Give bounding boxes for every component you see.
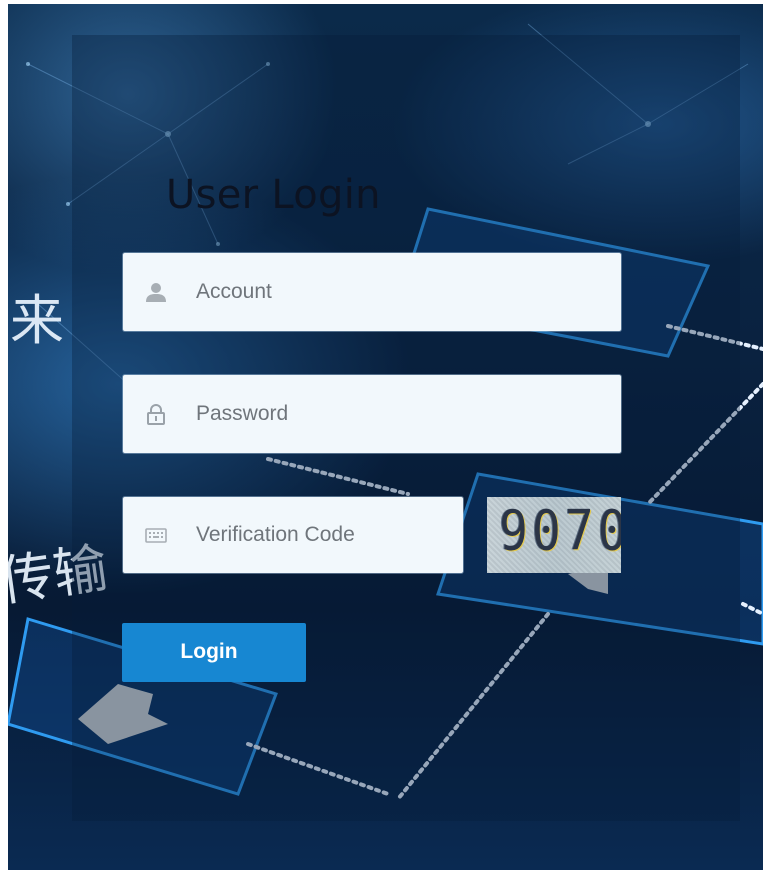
verification-code-placeholder: Verification Code	[196, 523, 355, 546]
keyboard-icon	[145, 528, 167, 543]
password-field[interactable]: Password	[123, 375, 621, 453]
background-character-1: 来	[10, 289, 64, 352]
login-button-label: Login	[180, 639, 238, 663]
captcha-text: 9070	[499, 498, 621, 564]
user-icon	[146, 283, 166, 302]
login-screen: 来 传输 User Login Account Password Verific…	[0, 0, 767, 876]
password-placeholder: Password	[196, 402, 289, 425]
verification-code-field[interactable]: Verification Code	[123, 497, 463, 573]
account-placeholder: Account	[196, 280, 272, 303]
login-button[interactable]: Login	[122, 623, 306, 682]
lock-icon	[147, 404, 165, 425]
page-title: User Login	[166, 172, 381, 218]
account-field[interactable]: Account	[123, 253, 621, 331]
captcha-image[interactable]: 9070	[487, 497, 621, 573]
